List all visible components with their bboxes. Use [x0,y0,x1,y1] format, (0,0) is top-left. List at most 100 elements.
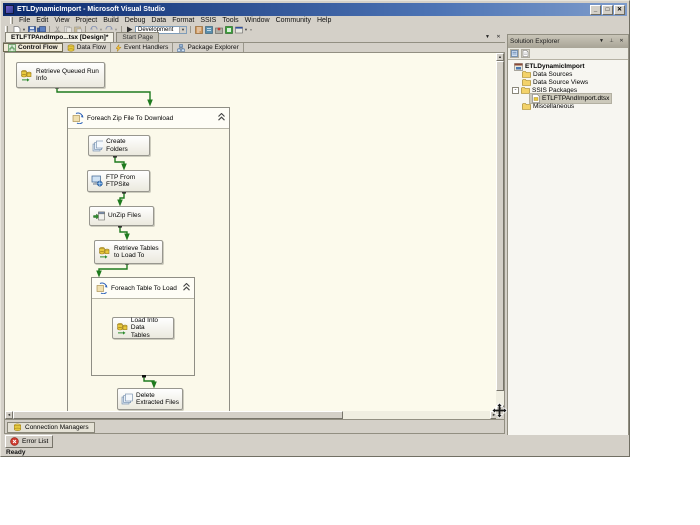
tree-item-label: SSIS Packages [532,87,577,94]
task-label: Retrieve Tables to Load To [114,245,159,260]
menu-community[interactable]: Community [273,17,314,24]
task-load-into-data-tables[interactable]: Load Into Data Tables [112,317,174,339]
maximize-icon[interactable]: □ [602,5,613,15]
tab-control-flow[interactable]: Control Flow [3,43,63,52]
task-create-folders[interactable]: Create Folders [88,135,150,156]
solution-explorer-panel: Solution Explorer ▼ ⊥ ✕ ETLDynamicImport… [507,34,629,436]
properties-icon[interactable] [510,49,519,58]
task-label: FTP From FTPSite [106,174,135,189]
panel-title: Solution Explorer [510,38,560,45]
tab-start-page[interactable]: Start Page [116,32,159,42]
control-flow-canvas[interactable]: Foreach Zip File To Download Foreach Tab… [4,52,505,420]
status-bar: Ready [3,448,629,456]
folder-icon [522,71,531,78]
solution-explorer-toolbar [508,48,628,60]
other-windows-dropdown-icon[interactable]: ▼ [244,27,248,32]
menu-window[interactable]: Window [242,17,273,24]
menu-help[interactable]: Help [314,17,334,24]
toolbox-toolbar-icon[interactable] [214,26,223,34]
tab-close-icon[interactable]: ✕ [494,33,503,41]
task-retrieve-queued-run-info[interactable]: Retrieve Queued Run Info [16,62,105,88]
menu-bar: File Edit View Project Build Debug Data … [3,16,627,25]
other-windows-button[interactable] [234,26,243,34]
event-handlers-icon [115,44,122,52]
file-system-task-icon [92,140,103,152]
data-flow-icon [67,44,75,52]
tab-label: Package Explorer [187,44,238,51]
tree-collapse-icon[interactable]: - [512,87,519,94]
menu-project[interactable]: Project [72,17,100,24]
tree-item-label: Data Sources [533,71,572,78]
precedence-connectors [5,53,498,413]
connection-managers-tray: Connection Managers [4,420,505,434]
window-position-dropdown-icon[interactable]: ▼ [597,37,606,46]
toolbar-overflow-icon[interactable]: » [249,27,253,32]
tab-label: Data Flow [77,44,106,51]
ftp-task-icon [91,175,103,187]
error-icon [10,437,19,446]
connection-managers-tab[interactable]: Connection Managers [7,422,95,433]
horizontal-scroll-thumb[interactable] [13,411,343,419]
solution-explorer-toolbar-icon[interactable] [194,26,203,34]
tree-item-label: ETLFTPAndImport.dtsx [542,95,609,102]
start-page-toolbar-icon[interactable] [224,26,233,34]
panel-close-icon[interactable]: ✕ [617,37,626,46]
menu-ssis[interactable]: SSIS [197,17,219,24]
tab-package-explorer[interactable]: Package Explorer [173,43,243,52]
task-delete-extracted-files[interactable]: Delete Extracted Files [117,388,183,410]
window-title: ETLDynamicImport - Microsoft Visual Stud… [17,6,165,13]
task-ftp-from-ftpsite[interactable]: FTP From FTPSite [87,170,150,192]
execute-sql-task-icon [116,322,128,335]
package-explorer-icon [177,44,185,52]
tab-label: Event Handlers [124,44,168,51]
properties-window-toolbar-icon[interactable] [204,26,213,34]
connection-manager-icon [13,423,22,432]
menu-build[interactable]: Build [100,17,122,24]
visual-studio-window: ETLDynamicImport - Microsoft Visual Stud… [0,0,630,457]
visual-studio-icon [5,5,14,14]
tab-list-dropdown-icon[interactable]: ▼ [483,33,492,41]
folder-icon [522,79,531,86]
menu-file[interactable]: File [16,17,33,24]
execute-sql-task-icon [98,246,111,259]
vertical-scrollbar[interactable]: ▲ ▼ [496,53,504,413]
error-list-bar: Error List [3,435,629,448]
execute-process-task-icon [93,210,105,222]
scroll-up-icon[interactable]: ▲ [496,53,504,61]
close-icon[interactable]: ✕ [614,5,625,15]
scroll-left-icon[interactable]: ◄ [5,411,13,419]
auto-hide-pin-icon[interactable]: ⊥ [607,37,616,46]
tab-event-handlers[interactable]: Event Handlers [111,43,173,52]
tree-item-label: Data Source Views [533,79,588,86]
tab-label: Control Flow [18,44,58,51]
task-unzip-files[interactable]: UnZip Files [89,206,154,226]
menu-debug[interactable]: Debug [122,17,149,24]
folder-icon [521,87,530,94]
tree-item-miscellaneous[interactable]: Miscellaneous [522,102,574,111]
control-flow-icon [8,44,16,52]
vertical-scroll-thumb[interactable] [496,61,504,391]
menu-data[interactable]: Data [148,17,169,24]
error-list-button[interactable]: Error List [5,435,53,448]
status-text: Ready [6,449,26,456]
file-system-task-icon [121,393,133,405]
menu-format[interactable]: Format [169,17,197,24]
mouse-cursor [492,403,507,423]
menu-edit[interactable]: Edit [33,17,51,24]
title-bar: ETLDynamicImport - Microsoft Visual Stud… [3,3,627,16]
task-label: UnZip Files [108,212,141,219]
minimize-icon[interactable]: _ [590,5,601,15]
execute-sql-task-icon [20,69,33,82]
task-label: Delete Extracted Files [136,392,179,407]
menu-tools[interactable]: Tools [219,17,241,24]
menu-view[interactable]: View [51,17,72,24]
combo-dropdown-icon[interactable]: ▼ [179,27,186,33]
horizontal-scrollbar[interactable]: ◄ ► [5,411,498,419]
tab-package-design[interactable]: ETLFTPAndImpo...tsx [Design]* [5,32,114,42]
task-retrieve-tables-to-load-to[interactable]: Retrieve Tables to Load To [94,240,163,264]
show-all-files-icon[interactable] [521,49,530,58]
toolbar-grip[interactable] [10,17,13,24]
task-label: Retrieve Queued Run Info [36,68,99,83]
solution-explorer-titlebar[interactable]: Solution Explorer ▼ ⊥ ✕ [508,35,628,48]
tab-data-flow[interactable]: Data Flow [63,43,111,52]
